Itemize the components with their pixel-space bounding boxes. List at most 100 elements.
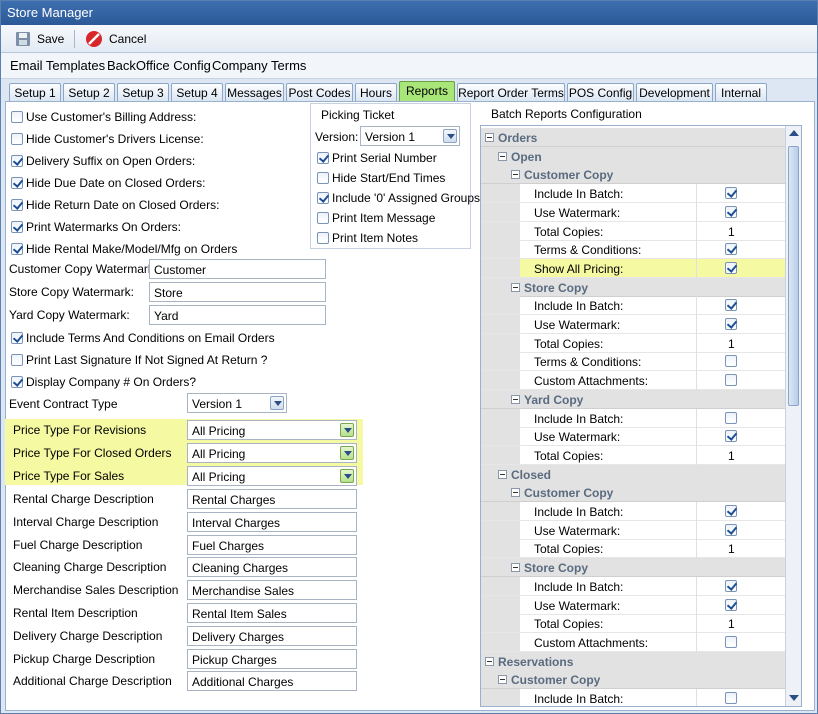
save-button[interactable]: Save [15, 29, 64, 49]
grid-property[interactable]: Custom Attachments: [481, 632, 785, 652]
option-checkbox[interactable] [11, 177, 23, 189]
picking-checkbox[interactable] [317, 232, 329, 244]
property-value[interactable]: 1 [728, 449, 735, 463]
option-checkbox[interactable] [11, 332, 23, 344]
grid-scrollbar[interactable] [785, 126, 801, 706]
grid-category[interactable]: Customer Copy [481, 165, 785, 185]
grid-category[interactable]: Customer Copy [481, 670, 785, 690]
property-checkbox[interactable] [725, 261, 737, 274]
grid-property[interactable]: Use Watermark: [481, 520, 785, 540]
option-checkbox[interactable] [11, 354, 23, 366]
picking-checkbox[interactable] [317, 172, 329, 184]
option-checkbox[interactable] [11, 243, 23, 255]
menu-email-templates[interactable]: Email Templates [10, 58, 105, 73]
grid-property[interactable]: Use Watermark: [481, 315, 785, 334]
description-input[interactable]: Delivery Charges [187, 625, 357, 646]
grid-category[interactable]: Reservations [481, 651, 785, 671]
collapse-icon[interactable] [511, 488, 520, 498]
description-input[interactable]: Cleaning Charges [187, 557, 357, 578]
picking-checkbox[interactable] [317, 212, 329, 224]
collapse-icon[interactable] [511, 282, 520, 292]
event-contract-select[interactable]: Version 1 [187, 393, 287, 413]
grid-property[interactable]: Terms & Conditions: [481, 352, 785, 372]
description-input[interactable]: Rental Charges [187, 489, 357, 509]
picking-checkbox[interactable] [317, 192, 329, 204]
menu-company-terms[interactable]: Company Terms [212, 58, 306, 73]
grid-property[interactable]: Total Copies: 1 [481, 539, 785, 559]
property-checkbox[interactable] [725, 374, 737, 387]
tab-setup-4[interactable]: Setup 4 [171, 83, 223, 102]
price-type-select[interactable]: All Pricing [187, 466, 357, 486]
property-checkbox[interactable] [725, 355, 737, 368]
grid-category[interactable]: Closed [481, 464, 785, 484]
property-checkbox[interactable] [725, 205, 737, 218]
description-input[interactable]: Fuel Charges [187, 534, 357, 555]
grid-category[interactable]: Store Copy [481, 558, 785, 578]
collapse-icon[interactable] [498, 469, 507, 479]
tab-post-codes[interactable]: Post Codes [286, 83, 353, 102]
tab-report-order-terms[interactable]: Report Order Terms [457, 83, 565, 102]
menu-backoffice-config[interactable]: BackOffice Config [107, 58, 211, 73]
tab-reports[interactable]: Reports [399, 81, 455, 102]
tab-setup-3[interactable]: Setup 3 [117, 83, 169, 102]
property-value[interactable]: 1 [728, 225, 735, 239]
collapse-icon[interactable] [511, 170, 520, 180]
tab-pos-config[interactable]: POS Config [567, 83, 634, 102]
property-checkbox[interactable] [725, 523, 737, 536]
cancel-button[interactable]: Cancel [85, 29, 146, 49]
grid-property[interactable]: Total Copies: 1 [481, 333, 785, 353]
grid-property[interactable]: Total Copies: 1 [481, 614, 785, 634]
property-value[interactable]: 1 [728, 542, 735, 556]
grid-property[interactable]: Include In Batch: [481, 502, 785, 521]
tab-internal[interactable]: Internal [715, 83, 767, 102]
grid-property[interactable]: Include In Batch: [481, 689, 785, 706]
tab-setup-2[interactable]: Setup 2 [63, 83, 115, 102]
tab-messages[interactable]: Messages [225, 83, 284, 102]
scroll-thumb[interactable] [788, 146, 799, 406]
price-type-select[interactable]: All Pricing [187, 443, 357, 463]
property-checkbox[interactable] [725, 243, 737, 256]
grid-category[interactable]: Customer Copy [481, 483, 785, 503]
description-input[interactable]: Pickup Charges [187, 648, 357, 669]
grid-property[interactable]: Show All Pricing: [481, 258, 785, 278]
property-checkbox[interactable] [725, 299, 737, 312]
option-checkbox[interactable] [11, 111, 23, 123]
grid-property[interactable]: Include In Batch: [481, 184, 785, 204]
tab-setup-1[interactable]: Setup 1 [9, 83, 61, 102]
collapse-icon[interactable] [511, 563, 520, 573]
option-checkbox[interactable] [11, 199, 23, 211]
description-input[interactable]: Interval Charges [187, 511, 357, 532]
property-checkbox[interactable] [725, 318, 737, 330]
description-input[interactable]: Merchandise Sales [187, 580, 357, 601]
watermark-input[interactable]: Store [149, 282, 326, 302]
grid-property[interactable]: Include In Batch: [481, 408, 785, 428]
grid-property[interactable]: Terms & Conditions: [481, 240, 785, 260]
grid-category[interactable]: Yard Copy [481, 389, 785, 409]
option-checkbox[interactable] [11, 155, 23, 167]
property-checkbox[interactable] [725, 579, 737, 592]
collapse-icon[interactable] [498, 675, 507, 685]
collapse-icon[interactable] [485, 133, 494, 142]
option-checkbox[interactable] [11, 133, 23, 145]
grid-property[interactable]: Include In Batch: [481, 296, 785, 316]
property-checkbox[interactable] [725, 505, 737, 517]
grid-category[interactable]: Store Copy [481, 277, 785, 297]
property-value[interactable]: 1 [728, 337, 735, 351]
scroll-up-icon[interactable] [789, 130, 799, 136]
property-checkbox[interactable] [725, 411, 737, 424]
option-checkbox[interactable] [11, 376, 23, 388]
grid-property[interactable]: Use Watermark: [481, 202, 785, 222]
collapse-icon[interactable] [498, 151, 507, 161]
tab-development[interactable]: Development [636, 83, 713, 102]
picking-checkbox[interactable] [317, 152, 329, 164]
property-checkbox[interactable] [725, 598, 737, 611]
grid-property[interactable]: Custom Attachments: [481, 371, 785, 391]
description-input[interactable]: Rental Item Sales [187, 603, 357, 623]
grid-category[interactable]: Open [481, 146, 785, 166]
grid-property[interactable]: Use Watermark: [481, 595, 785, 615]
option-checkbox[interactable] [11, 221, 23, 233]
grid-category[interactable]: Orders [481, 128, 785, 147]
collapse-icon[interactable] [485, 656, 494, 666]
property-value[interactable]: 1 [728, 617, 735, 631]
grid-property[interactable]: Total Copies: 1 [481, 445, 785, 465]
